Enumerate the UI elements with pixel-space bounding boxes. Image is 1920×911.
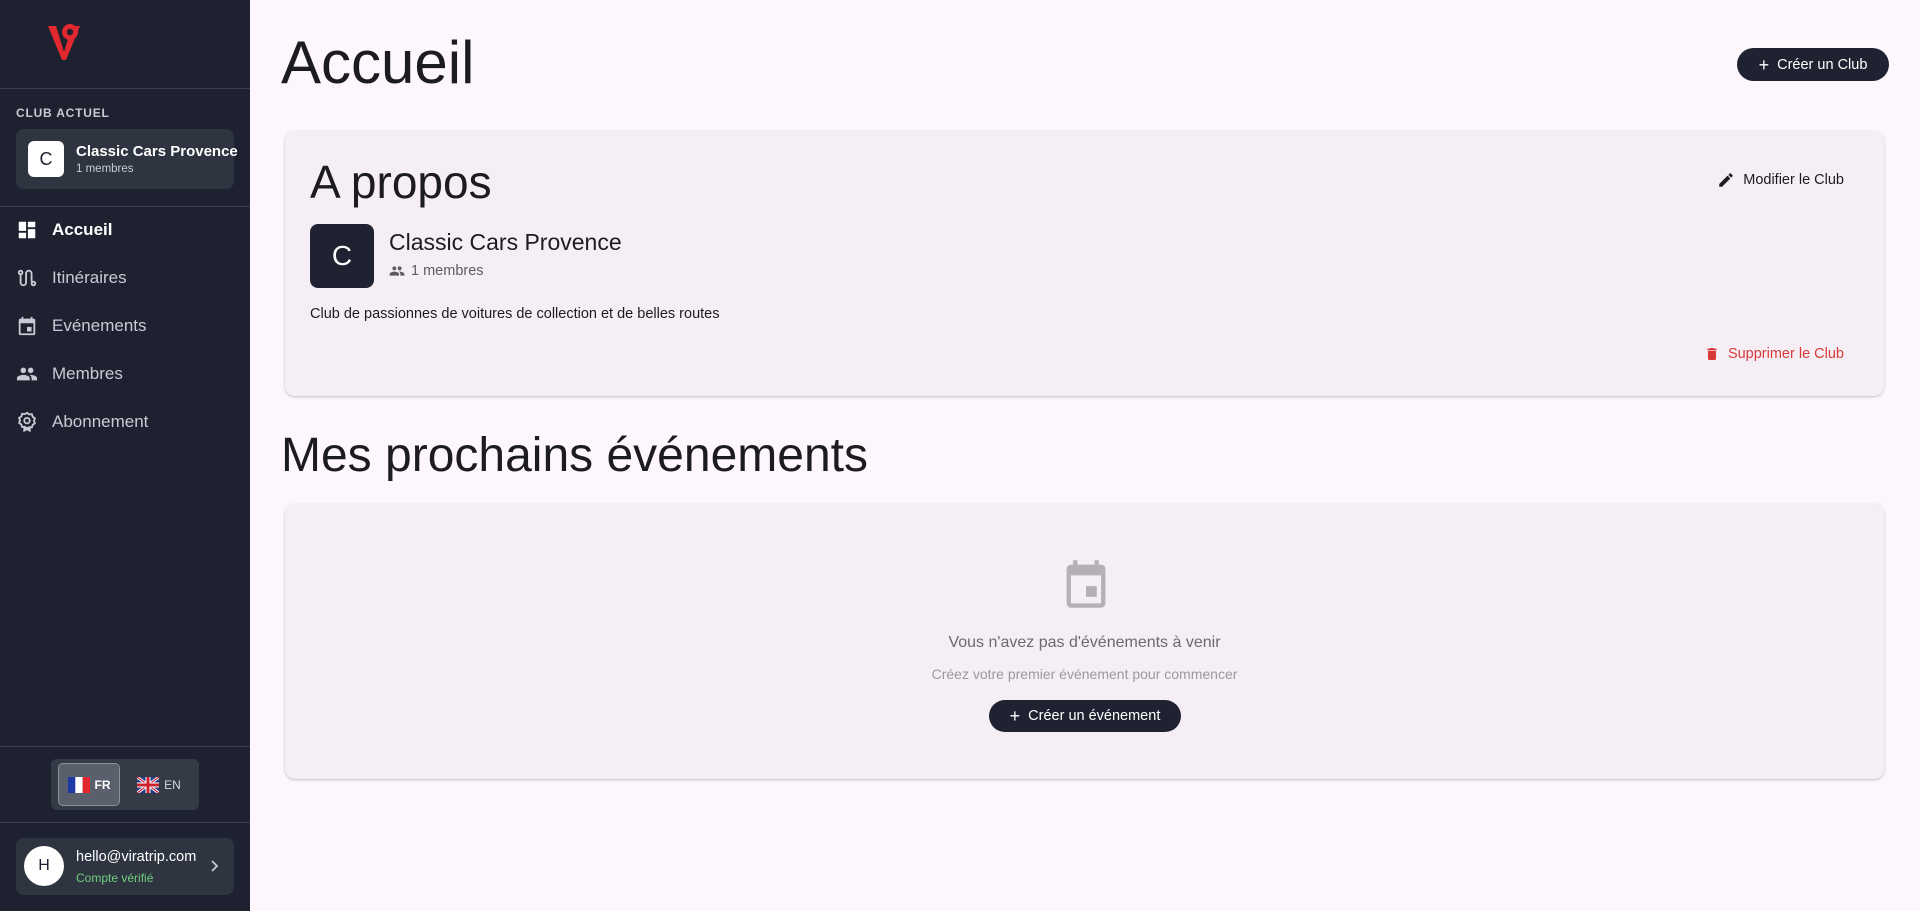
calendar-icon (18, 316, 36, 336)
plus-icon: + (1009, 706, 1021, 726)
page-title: Accueil (281, 29, 475, 96)
uk-flag-icon (137, 776, 160, 793)
modify-club-label: Modifier le Club (1743, 172, 1844, 188)
members-label: 1 membres (411, 263, 484, 279)
sidebar-item-accueil[interactable]: Accueil (0, 209, 250, 251)
sidebar-item-label: Evénements (52, 316, 147, 335)
dashboard-icon (18, 221, 36, 239)
empty-state-subtitle: Créez votre premier événement pour comme… (931, 666, 1238, 682)
sidebar-item-label: Itinéraires (52, 268, 127, 287)
modify-club-button[interactable]: Modifier le Club (1717, 171, 1844, 189)
people-icon (389, 266, 405, 276)
current-club-caption: CLUB ACTUEL (16, 106, 110, 120)
chevron-right-icon (211, 860, 219, 872)
club-members-count: 1 membres (76, 163, 134, 175)
sidebar-item-itineraires[interactable]: Itinéraires (0, 257, 250, 299)
about-card: A propos Modifier le Club C Classic Cars… (285, 131, 1884, 396)
language-code: FR (94, 777, 111, 792)
create-event-button[interactable]: + Créer un événement (989, 700, 1181, 732)
user-verified-status: Compte vérifié (76, 871, 154, 885)
plus-icon: + (1758, 54, 1770, 75)
route-icon (17, 269, 37, 287)
empty-state-title: Vous n'avez pas d'événements à venir (948, 634, 1221, 651)
about-title: A propos (310, 156, 492, 208)
create-club-label: Créer un Club (1777, 56, 1868, 73)
sidebar-item-label: Membres (52, 364, 123, 383)
sidebar-item-label: Accueil (52, 220, 113, 239)
user-email: hello@viratrip.com (76, 849, 197, 865)
sidebar-item-evenements[interactable]: Evénements (0, 305, 250, 347)
club-avatar: C (310, 224, 374, 288)
club-members-count: 1 membres (389, 263, 484, 279)
club-avatar: C (28, 141, 64, 177)
sidebar-divider (0, 822, 250, 823)
trash-icon (1707, 348, 1717, 360)
badge-icon (18, 411, 36, 433)
people-icon (16, 367, 38, 381)
club-name: Classic Cars Provence (76, 143, 238, 160)
edit-icon (1719, 173, 1734, 187)
language-code: EN (164, 777, 181, 792)
language-switcher: FR EN (51, 759, 199, 810)
sidebar-item-label: Abonnement (52, 412, 149, 431)
sidebar-divider (0, 206, 250, 207)
user-account-card[interactable]: H hello@viratrip.com Compte vérifié (16, 838, 234, 895)
sidebar-item-abonnement[interactable]: Abonnement (0, 401, 250, 443)
sidebar: CLUB ACTUEL C Classic Cars Provence 1 me… (0, 0, 250, 911)
create-event-label: Créer un événement (1028, 708, 1161, 724)
events-empty-card: Vous n'avez pas d'événements à venir Cré… (285, 504, 1884, 779)
delete-club-label: Supprimer le Club (1727, 346, 1844, 362)
calendar-icon (1066, 560, 1106, 608)
upcoming-events-title: Mes prochains événements (281, 429, 868, 482)
language-en-button[interactable]: EN (128, 763, 190, 806)
sidebar-divider (0, 746, 250, 747)
logo-icon[interactable] (46, 22, 82, 62)
club-name: Classic Cars Provence (389, 229, 622, 255)
language-fr-button[interactable]: FR (58, 763, 120, 806)
avatar: H (24, 846, 64, 886)
sidebar-item-membres[interactable]: Membres (0, 353, 250, 395)
france-flag-icon (67, 776, 90, 793)
delete-club-button[interactable]: Supprimer le Club (1704, 346, 1844, 362)
sidebar-divider (0, 88, 250, 89)
create-club-button[interactable]: + Créer un Club (1737, 48, 1889, 81)
club-description: Club de passionnes de voitures de collec… (310, 306, 720, 322)
current-club-card[interactable]: C Classic Cars Provence 1 membres (16, 129, 238, 189)
